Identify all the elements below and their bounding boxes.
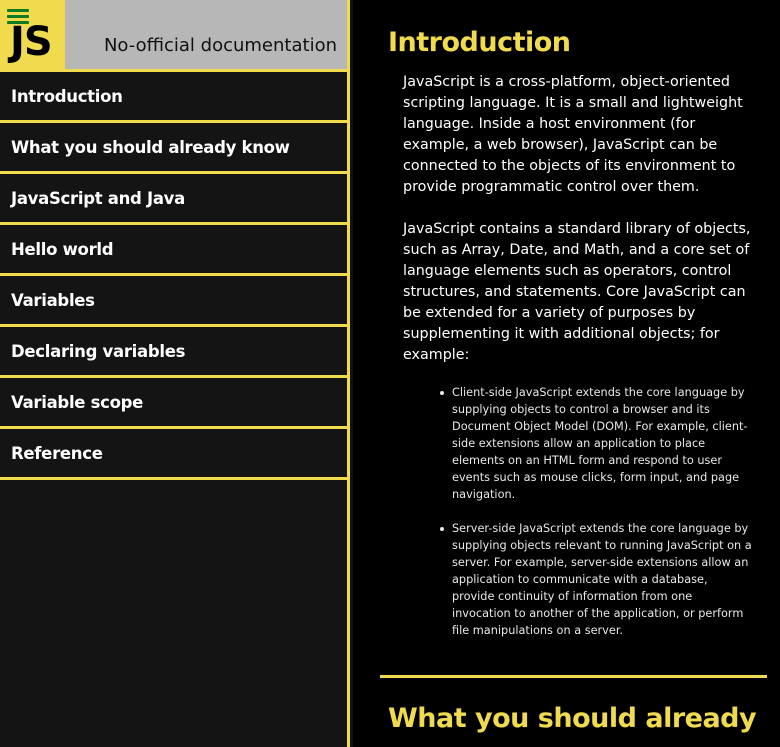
intro-bullet-list: Client-side JavaScript extends the core … [440, 384, 752, 656]
nav-item-introduction[interactable]: Introduction [0, 72, 347, 123]
intro-paragraph-1: JavaScript is a cross-platform, object-o… [403, 74, 743, 195]
sidebar: JS No-official documentation Introductio… [0, 0, 350, 747]
nav-item-what-you-should-already-know[interactable]: What you should already know [0, 123, 347, 174]
section-divider [380, 675, 767, 678]
nav-item-hello-world[interactable]: Hello world [0, 225, 347, 276]
site-title: No-official documentation [103, 35, 337, 56]
list-item-client-side: Client-side JavaScript extends the core … [440, 384, 752, 503]
nav-item-javascript-and-java[interactable]: JavaScript and Java [0, 174, 347, 225]
header: JS No-official documentation [0, 0, 347, 72]
nav-item-reference[interactable]: Reference [0, 429, 347, 480]
nav-item-variables[interactable]: Variables [0, 276, 347, 327]
section-title-what-you-should-already-know: What you should already [388, 703, 757, 734]
menu-bar [7, 9, 29, 12]
logo-text: JS [10, 19, 53, 65]
section-title-introduction: Introduction [388, 27, 571, 58]
main-content: Introduction JavaScript is a cross-platf… [353, 0, 780, 747]
nav-item-declaring-variables[interactable]: Declaring variables [0, 327, 347, 378]
nav-item-variable-scope[interactable]: Variable scope [0, 378, 347, 429]
js-logo: JS [0, 0, 65, 70]
list-item-server-side: Server-side JavaScript extends the core … [440, 522, 752, 637]
intro-paragraph-2: JavaScript contains a standard library o… [403, 221, 751, 363]
